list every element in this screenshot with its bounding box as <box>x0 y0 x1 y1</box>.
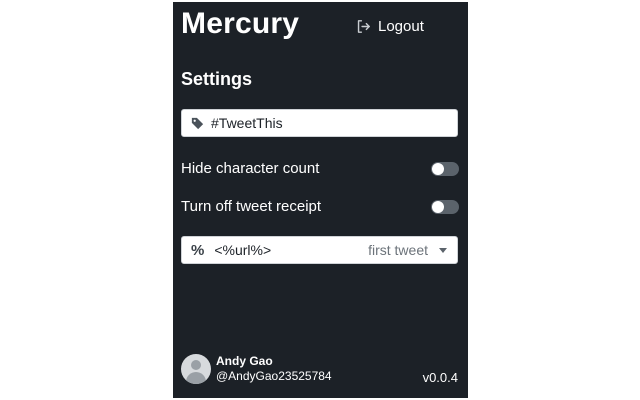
user-profile: Andy Gao @AndyGao23525784 <box>181 354 332 384</box>
hashtag-input[interactable] <box>211 115 441 131</box>
tag-icon <box>191 117 204 129</box>
user-name: Andy Gao <box>216 354 273 368</box>
tweet-receipt-toggle[interactable] <box>431 199 459 214</box>
logout-icon <box>357 20 370 33</box>
hide-character-count-row: Hide character count <box>181 160 459 177</box>
app-title: Mercury <box>181 7 300 40</box>
mercury-panel: Mercury Logout Settings Hide character c… <box>173 2 468 398</box>
hashtag-field[interactable] <box>181 109 458 137</box>
hide-character-count-toggle[interactable] <box>431 161 459 176</box>
url-template-value[interactable]: <%url%> <box>214 242 368 258</box>
settings-heading: Settings <box>181 69 253 89</box>
logout-label: Logout <box>378 18 424 35</box>
percent-icon: % <box>191 241 205 259</box>
version-label: v0.0.4 <box>422 370 458 385</box>
hide-character-count-label: Hide character count <box>181 160 320 177</box>
caret-down-icon[interactable] <box>438 245 448 255</box>
toggle-knob <box>432 200 444 213</box>
avatar-icon <box>181 354 211 384</box>
tweet-receipt-row: Turn off tweet receipt <box>181 198 459 215</box>
tweet-receipt-label: Turn off tweet receipt <box>181 198 322 215</box>
url-template-field[interactable]: % <%url%> first tweet <box>181 236 458 264</box>
user-handle: @AndyGao23525784 <box>216 369 332 383</box>
logout-button[interactable]: Logout <box>355 18 424 35</box>
template-position-select[interactable]: first tweet <box>368 242 428 258</box>
toggle-knob <box>432 162 444 175</box>
